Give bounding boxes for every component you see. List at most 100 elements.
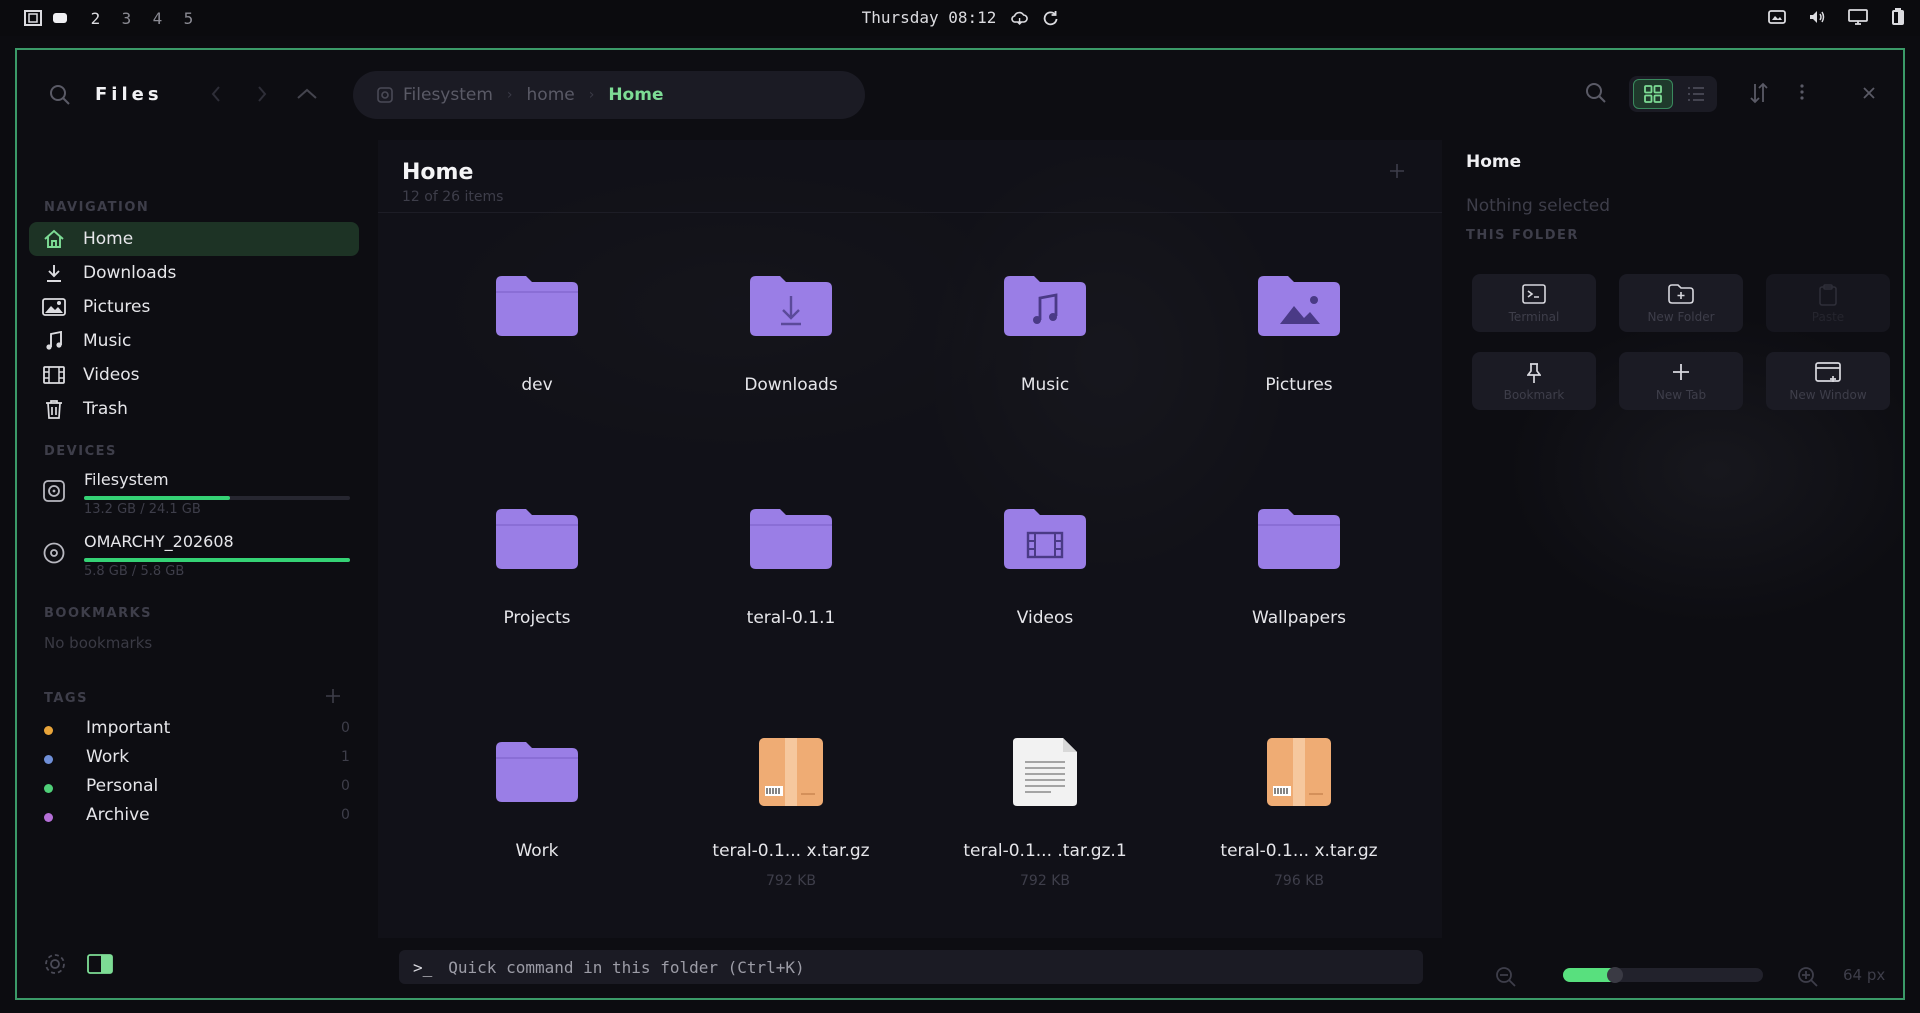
tags-section-label: TAGS: [44, 691, 88, 706]
action-label: New Folder: [1647, 310, 1715, 324]
tag-name: Important: [86, 718, 171, 738]
bookmark-button[interactable]: Bookmark: [1472, 352, 1596, 410]
file-item[interactable]: Wallpapers: [1199, 507, 1399, 707]
file-grid-pane: Home 12 of 26 items dev Downloads Music …: [378, 140, 1442, 938]
new-window-button[interactable]: New Window: [1766, 352, 1890, 410]
sidebar-item-trash[interactable]: Trash: [29, 392, 359, 426]
battery-icon[interactable]: [1890, 8, 1906, 26]
file-name: Pictures: [1265, 375, 1333, 395]
file-item[interactable]: Music: [945, 274, 1145, 474]
view-toggle: [1629, 76, 1717, 112]
list-icon: [1688, 87, 1704, 101]
clock-area: Thursday 08:12: [862, 8, 1059, 27]
zoom-out-icon[interactable]: [1495, 966, 1517, 992]
more-vertical-icon[interactable]: [1799, 82, 1805, 106]
tag-work[interactable]: Work 1: [17, 747, 377, 771]
close-icon[interactable]: [1861, 82, 1877, 108]
tag-important[interactable]: Important 0: [17, 718, 377, 742]
tag-name: Personal: [86, 776, 159, 796]
workspace-4[interactable]: 4: [142, 9, 173, 28]
workspace-3[interactable]: 3: [111, 9, 142, 28]
sidebar-item-label: Home: [83, 229, 134, 249]
file-item[interactable]: Work: [437, 740, 637, 940]
film-icon: [41, 366, 67, 384]
file-item[interactable]: Pictures: [1199, 274, 1399, 474]
quick-command-input[interactable]: >_ Quick command in this folder (Ctrl+K): [399, 950, 1423, 984]
workspace-2[interactable]: 2: [80, 9, 111, 28]
file-item[interactable]: teral-0.1... .tar.gz.1 792 KB: [945, 738, 1145, 940]
tag-count: 0: [341, 720, 350, 736]
list-view-button[interactable]: [1679, 79, 1713, 109]
files-window: Files Filesystem › home › Home NAVIGATIO…: [15, 48, 1905, 1000]
device-filesystem[interactable]: Filesystem 13.2 GB / 24.1 GB: [17, 470, 377, 524]
breadcrumb-filesystem[interactable]: Filesystem: [403, 85, 493, 105]
refresh-icon[interactable]: [1042, 10, 1058, 26]
sort-icon[interactable]: [1749, 82, 1769, 108]
workspace-active-icon[interactable]: [52, 11, 80, 25]
sidebar-item-pictures[interactable]: Pictures: [29, 290, 359, 324]
sidebar-item-label: Pictures: [83, 297, 151, 317]
action-label: New Window: [1789, 388, 1867, 402]
forward-arrow-icon[interactable]: [255, 84, 269, 108]
chevron-right-icon: ›: [588, 87, 595, 103]
device-name: Filesystem: [84, 470, 169, 489]
videos-folder-icon: [1002, 507, 1088, 575]
zoom-in-icon[interactable]: [1797, 966, 1819, 992]
grid-view-button[interactable]: [1633, 79, 1673, 109]
device-omarchy[interactable]: OMARCHY_202608 5.8 GB / 5.8 GB: [17, 532, 377, 586]
clock[interactable]: Thursday 08:12: [862, 8, 997, 27]
display-icon[interactable]: [1848, 9, 1868, 25]
breadcrumb-home-dir[interactable]: home: [527, 85, 575, 105]
volume-icon[interactable]: [1808, 9, 1826, 25]
cloud-icon[interactable]: [1010, 11, 1028, 25]
archive-icon: [757, 736, 825, 812]
add-tag-icon[interactable]: [324, 687, 342, 709]
settings-gear-icon[interactable]: [43, 952, 67, 980]
sidebar-item-home[interactable]: Home: [29, 222, 359, 256]
toggle-panel-icon[interactable]: [87, 954, 113, 978]
file-item[interactable]: teral-0.1... x.tar.gz 796 KB: [1199, 738, 1399, 940]
details-panel: Home Nothing selected THIS FOLDER Termin…: [1443, 140, 1903, 998]
file-item[interactable]: dev: [437, 274, 637, 474]
terminal-button[interactable]: Terminal: [1472, 274, 1596, 332]
back-arrow-icon[interactable]: [209, 84, 223, 108]
add-icon[interactable]: [1388, 162, 1406, 184]
zoom-slider[interactable]: [1563, 967, 1763, 983]
archive-icon: [1265, 736, 1333, 812]
tag-archive[interactable]: Archive 0: [17, 805, 377, 829]
workspace-5[interactable]: 5: [173, 9, 204, 28]
up-arrow-icon[interactable]: [295, 84, 319, 108]
action-label: Paste: [1811, 310, 1845, 324]
layout-icon[interactable]: [24, 10, 52, 26]
nothing-selected-text: Nothing selected: [1466, 196, 1611, 216]
navigation-section-label: NAVIGATION: [44, 200, 150, 215]
folder-icon: [1256, 507, 1342, 575]
tag-color-dot: [44, 726, 53, 735]
search-icon[interactable]: [49, 84, 71, 110]
tag-personal[interactable]: Personal 0: [17, 776, 377, 800]
file-item[interactable]: teral-0.1.1: [691, 507, 891, 707]
folder-icon: [494, 274, 580, 342]
file-item[interactable]: teral-0.1... x.tar.gz 792 KB: [691, 738, 891, 940]
new-folder-button[interactable]: New Folder: [1619, 274, 1743, 332]
paste-button[interactable]: Paste: [1766, 274, 1890, 332]
this-folder-label: THIS FOLDER: [1466, 228, 1579, 243]
file-name: Videos: [1016, 608, 1074, 628]
zoom-slider-handle[interactable]: [1607, 967, 1623, 983]
breadcrumb-current[interactable]: Home: [608, 85, 663, 105]
tag-count: 1: [341, 749, 350, 765]
device-usage-bar: [84, 558, 350, 562]
screenshot-icon[interactable]: [1768, 9, 1786, 25]
sidebar-item-videos[interactable]: Videos: [29, 358, 359, 392]
tag-count: 0: [341, 778, 350, 794]
file-item[interactable]: Projects: [437, 507, 637, 707]
file-item[interactable]: Videos: [945, 507, 1145, 707]
search-icon[interactable]: [1585, 82, 1607, 108]
sidebar-item-music[interactable]: Music: [29, 324, 359, 358]
sidebar-item-downloads[interactable]: Downloads: [29, 256, 359, 290]
image-icon: [41, 298, 67, 316]
new-tab-button[interactable]: New Tab: [1619, 352, 1743, 410]
file-item[interactable]: Downloads: [691, 274, 891, 474]
sidebar-item-label: Downloads: [83, 263, 177, 283]
folder-icon: [748, 507, 834, 575]
